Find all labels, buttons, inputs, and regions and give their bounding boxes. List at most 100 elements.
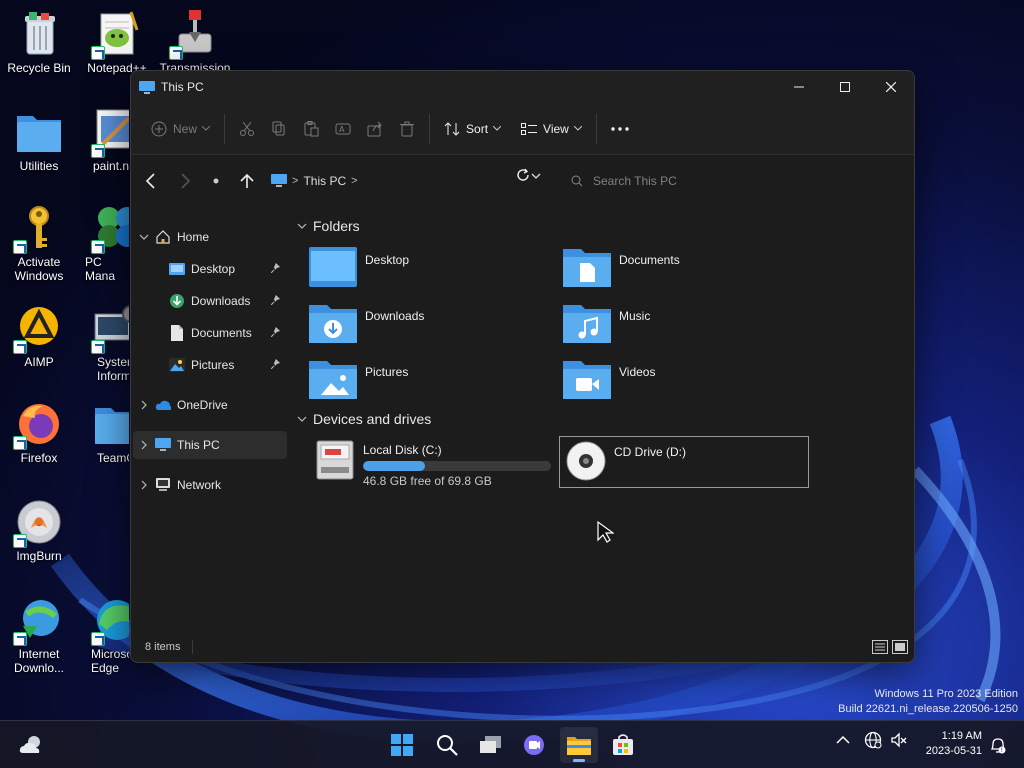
taskbar: 1:19 AM 2023-05-31 ! [0,720,1024,768]
chevron-right-icon[interactable] [141,440,147,450]
shortcut-arrow-icon [91,144,105,158]
drive-local-disk-c[interactable]: Local Disk (C:) 46.8 GB free of 69.8 GB [309,437,554,489]
breadcrumb-separator: > [292,175,299,187]
shortcut-arrow-icon [91,240,105,254]
large-icons-view-icon[interactable] [892,640,908,654]
drive-cd-d[interactable]: CD Drive (D:) [559,436,809,488]
taskbar-clock[interactable]: 1:19 AM 2023-05-31 [926,729,982,759]
folder-downloads[interactable]: Downloads [291,301,541,353]
sidebar-item-home[interactable]: Home [133,223,287,251]
chevron-right-icon[interactable] [141,480,147,490]
volume-muted-icon[interactable] [890,731,908,749]
folder-music[interactable]: Music [545,301,795,353]
desktop-icon-aimp[interactable]: AIMP [1,304,77,369]
desktop-icon-notepadpp[interactable]: Notepad++ [79,10,155,75]
this-pc-icon [139,80,155,94]
start-button[interactable] [383,727,421,763]
desktop-icon-recycle-bin[interactable]: Recycle Bin [1,10,77,75]
notepadpp-icon [91,10,141,60]
sidebar-item-documents[interactable]: Documents [133,319,287,347]
desktop-icon-pc-manager[interactable]: PC Mana [79,204,129,283]
details-view-icon[interactable] [872,640,888,654]
desktop-icon-edge[interactable]: Microso Edge [79,596,129,675]
desktop-icon-transmission[interactable]: Transmission [157,10,233,75]
maximize-button[interactable] [822,71,868,103]
refresh-icon [517,168,529,181]
folder-videos[interactable]: Videos [545,357,795,409]
task-view-button[interactable] [472,727,510,763]
drives-group-header[interactable]: Devices and drives [297,411,431,427]
share-button[interactable] [359,112,391,146]
rename-button[interactable]: A [327,112,359,146]
sidebar-item-desktop[interactable]: Desktop [133,255,287,283]
desktop-icon-system-information[interactable]: Syster Inform [79,304,129,383]
up-button[interactable] [230,165,264,197]
paste-icon [304,120,319,136]
sidebar-item-network[interactable]: Network [133,471,287,499]
search-taskbar-button[interactable] [428,727,466,763]
desktop-icon-label: Syster Inform [97,355,129,383]
view-button[interactable]: View [513,112,590,146]
desktop-icon-imgburn[interactable]: ImgBurn [1,498,77,563]
item-count: 8 items [145,641,181,653]
cut-button[interactable] [231,112,263,146]
delete-button[interactable] [391,112,423,146]
pin-icon [271,295,280,305]
weather-widget-button[interactable] [12,727,50,763]
more-options-button[interactable] [603,112,637,146]
more-ellipsis-icon [611,126,629,131]
notifications-button[interactable]: ! [984,727,1012,763]
command-separator [224,113,226,144]
watermark-edition: Windows 11 Pro 2023 Edition [874,688,1019,700]
this-pc-icon [271,174,287,187]
recent-locations-button[interactable] [202,165,230,197]
search-box[interactable]: Search This PC [561,167,906,195]
back-button[interactable] [134,165,168,197]
key-icon [13,204,63,254]
paste-button[interactable] [295,112,327,146]
folder-desktop[interactable]: Desktop [291,245,541,297]
breadcrumb-this-pc[interactable]: This PC [303,174,346,188]
folder-icon [15,108,63,156]
title-bar[interactable]: This PC [131,71,914,103]
document-icon [171,325,183,341]
address-bar[interactable]: > This PC > [271,167,541,195]
music-folder-icon [563,301,613,347]
download-icon [170,294,184,308]
desktop-icon-utilities[interactable]: Utilities [1,108,77,173]
imgburn-icon [13,498,63,548]
minimize-icon [794,86,804,88]
desktop-icon-firefox[interactable]: Firefox [1,400,77,465]
minimize-button[interactable] [776,71,822,103]
chat-button[interactable] [515,727,553,763]
close-button[interactable] [868,71,914,103]
desktop-icon-activate-windows[interactable]: Activate Windows [1,204,77,283]
svg-text:!: ! [1001,747,1003,754]
clock-time: 1:19 AM [941,730,982,742]
folder-documents[interactable]: Documents [545,245,795,297]
transmission-icon [169,10,219,60]
folder-pictures[interactable]: Pictures [291,357,541,409]
desktop-icon-label: Internet Downlo... [13,647,65,675]
sidebar-item-downloads[interactable]: Downloads [133,287,287,315]
new-button[interactable]: New [143,112,218,146]
copy-button[interactable] [263,112,295,146]
sidebar-item-pictures[interactable]: Pictures [133,351,287,379]
desktop-icon-teamviewer[interactable]: TeamO [79,400,129,465]
desktop-icon-internet-download-manager[interactable]: Internet Downlo... [1,596,77,675]
file-explorer-taskbar-button[interactable] [560,727,598,763]
shortcut-arrow-icon [13,534,27,548]
forward-button[interactable] [168,165,202,197]
chevron-up-icon[interactable] [836,735,850,745]
sidebar-item-this-pc[interactable]: This PC [133,431,287,459]
chevron-down-icon[interactable] [531,173,541,179]
chevron-right-icon[interactable] [141,400,147,410]
desktop-icon-paintnet[interactable]: paint.n [79,108,129,173]
folders-group-header[interactable]: Folders [297,218,360,234]
microsoft-store-button[interactable] [604,727,642,763]
chevron-down-icon[interactable] [139,234,149,240]
sort-button[interactable]: Sort [436,112,509,146]
sidebar-item-onedrive[interactable]: OneDrive [133,391,287,419]
globe-network-icon[interactable] [864,731,882,749]
refresh-button[interactable] [516,168,530,185]
